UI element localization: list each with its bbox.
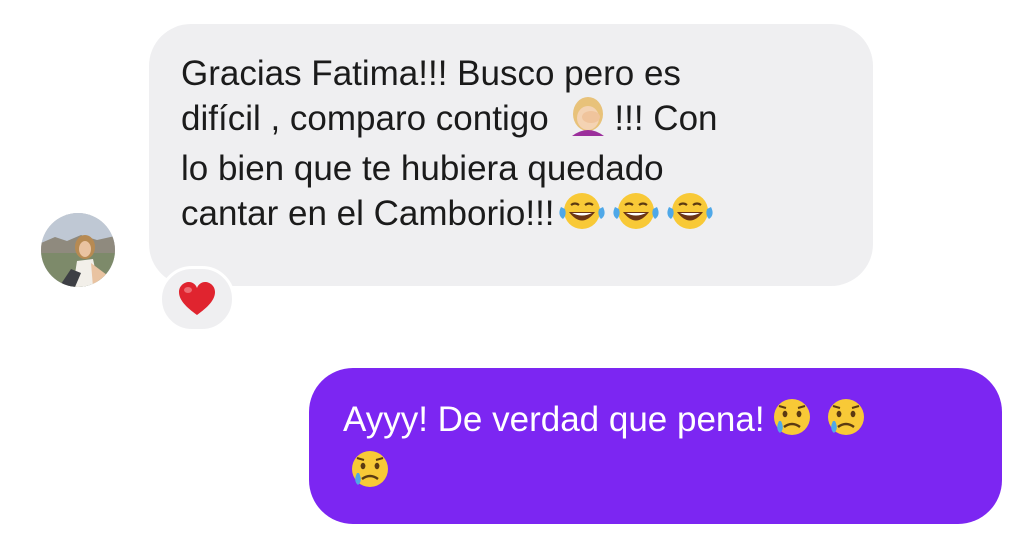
incoming-message-line-1: Gracias Fatima!!! Busco pero es [181, 54, 681, 93]
crying-face-emoji-icon [819, 397, 873, 449]
woman-facepalming-emoji-icon [558, 96, 614, 147]
crying-face-emoji-icon [765, 397, 819, 449]
message-reaction[interactable] [159, 266, 235, 332]
crying-face-emoji-icon [343, 449, 397, 501]
incoming-message-line-3: lo bien que te hubiera quedado [181, 149, 664, 188]
red-heart-emoji-icon [179, 282, 215, 315]
incoming-message-line-4: cantar en el Camborio!!! [181, 191, 843, 242]
incoming-message-line-2: difícil , comparo contigo !!! Con [181, 96, 843, 147]
incoming-message-line-4-text: cantar en el Camborio!!! [181, 194, 555, 233]
profile-photo-icon [41, 213, 115, 287]
tears-of-joy-emoji-icon [663, 191, 717, 242]
outgoing-message-line-1: Ayyy! De verdad que pena! [343, 397, 972, 449]
incoming-message-line-2-text: difícil , comparo contigo [181, 99, 559, 138]
tears-of-joy-emoji-icon [609, 191, 663, 242]
outgoing-message-bubble[interactable]: Ayyy! De verdad que pena! [309, 368, 1002, 524]
incoming-message-bubble[interactable]: Gracias Fatima!!! Busco pero es difícil … [149, 24, 873, 286]
incoming-message-line-2-tail: !!! Con [614, 99, 718, 138]
sender-avatar[interactable] [41, 213, 115, 287]
outgoing-message-line-2 [343, 449, 972, 501]
outgoing-message-line-1-text: Ayyy! De verdad que pena! [343, 400, 765, 439]
tears-of-joy-emoji-icon [555, 191, 609, 242]
